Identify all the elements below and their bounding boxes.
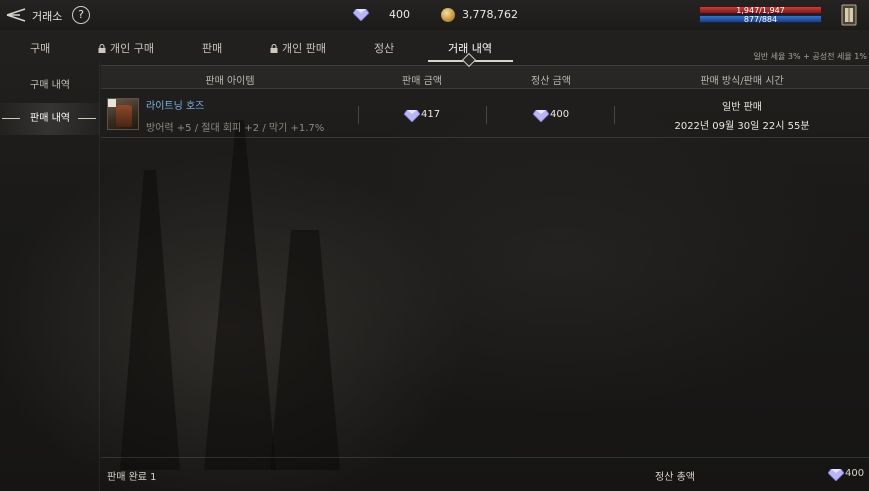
tab-buy[interactable]: 구매 — [30, 40, 50, 56]
gold-coin-icon — [441, 8, 455, 22]
column-header-item: 판매 아이템 — [205, 76, 255, 87]
gold-amount: 3,778,762 — [462, 8, 518, 21]
column-divider — [614, 106, 615, 124]
leather-pants-icon[interactable] — [107, 98, 139, 130]
item-stats: 방어력 +5 / 절대 회피 +2 / 막기 +1.7% — [146, 123, 325, 134]
item-grade-badge-icon — [108, 99, 116, 107]
window-title: 거래소 — [32, 10, 63, 23]
diamond-icon — [353, 9, 369, 21]
lock-icon — [98, 44, 106, 53]
sidebar-item-sale-history[interactable]: 판매 내역 — [0, 103, 100, 135]
diamond-icon — [828, 469, 844, 481]
sidebar-item-label: 구매 내역 — [30, 80, 70, 91]
tab-private-sell[interactable]: 개인 판매 — [270, 40, 326, 56]
diamond-icon — [533, 110, 549, 122]
tab-settlement[interactable]: 정산 — [374, 40, 394, 56]
sidebar-item-label: 판매 내역 — [30, 113, 70, 124]
tab-sell-label: 판매 — [202, 42, 223, 55]
sidebar: 구매 내역 판매 내역 — [0, 63, 100, 491]
diamond-icon — [404, 110, 420, 122]
table-row[interactable]: 라이트닝 호즈 방어력 +5 / 절대 회피 +2 / 막기 +1.7% 417… — [101, 90, 869, 138]
column-header-sale-price: 판매 금액 — [402, 76, 442, 87]
tab-private-buy[interactable]: 개인 구매 — [98, 40, 154, 56]
settle-price: 400 — [550, 109, 570, 120]
column-header-method-time: 판매 방식/판매 시간 — [700, 76, 784, 87]
journal-icon[interactable] — [840, 4, 858, 26]
tab-bar: 구매 개인 구매 판매 개인 판매 정산 거래 내역 일반 세율 3% + 공성… — [0, 30, 869, 68]
item-name: 라이트닝 호즈 — [146, 101, 205, 112]
column-header-settle-price: 정산 금액 — [531, 76, 571, 87]
back-arrow-icon[interactable] — [6, 7, 26, 23]
sale-method: 일반 판매 — [722, 102, 762, 113]
tab-private-buy-label: 개인 구매 — [110, 42, 154, 55]
diamond-amount: 400 — [389, 8, 410, 21]
tab-private-sell-label: 개인 판매 — [282, 42, 326, 55]
sidebar-item-purchase-history[interactable]: 구매 내역 — [0, 70, 100, 102]
mp-bar: 877/884 — [699, 15, 822, 24]
total-label: 정산 총액 — [655, 472, 695, 483]
help-icon[interactable]: ? — [72, 6, 90, 24]
summary-footer: 판매 완료 1 정산 총액 400 — [101, 457, 869, 491]
sale-price: 417 — [421, 109, 441, 120]
hp-bar: 1,947/1,947 — [699, 6, 822, 15]
tab-sell[interactable]: 판매 — [202, 40, 222, 56]
tab-settlement-label: 정산 — [374, 42, 395, 55]
column-divider — [358, 106, 359, 124]
table-header: 판매 아이템 판매 금액 정산 금액 판매 방식/판매 시간 — [101, 65, 869, 89]
lock-icon — [270, 44, 278, 53]
top-bar: 거래소 ? 400 3,778,762 1,947/1,947 877/884 — [0, 0, 869, 30]
sale-time: 2022년 09월 30일 22시 55분 — [674, 121, 810, 132]
column-divider — [486, 106, 487, 124]
completed-count: 판매 완료 1 — [107, 472, 157, 483]
total-value: 400 — [845, 468, 865, 479]
tab-buy-label: 구매 — [30, 42, 51, 55]
tax-note: 일반 세율 3% + 공성전 세율 1% — [753, 52, 867, 61]
hp-mp-bars: 1,947/1,947 877/884 — [699, 6, 822, 24]
